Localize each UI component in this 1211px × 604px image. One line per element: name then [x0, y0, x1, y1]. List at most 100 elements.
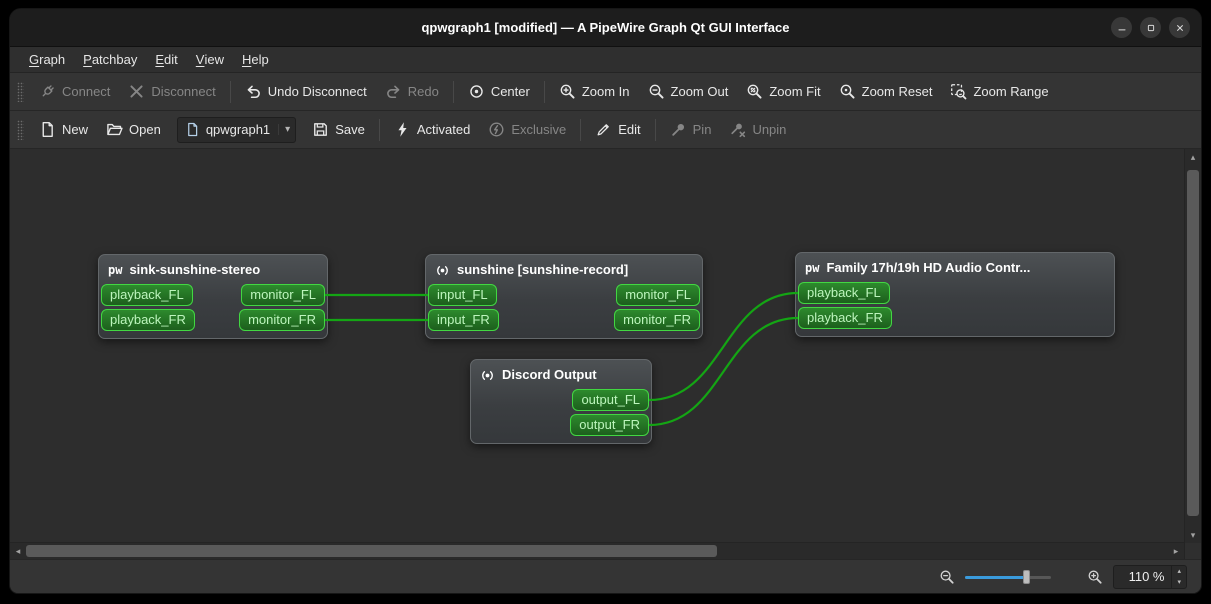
- zoom-spin-down[interactable]: ▾: [1172, 577, 1186, 588]
- toolbar-drag-handle[interactable]: [17, 119, 24, 140]
- zoom-spinbox[interactable]: 110 % ▴ ▾: [1113, 564, 1187, 589]
- vscroll-track[interactable]: [1185, 165, 1201, 527]
- toolbar-button-label: Pin: [692, 122, 712, 137]
- node-title: Family 17h/19h HD Audio Contr...: [826, 260, 1031, 275]
- toolbar-button-label: Zoom Reset: [861, 84, 933, 99]
- port-input_FL[interactable]: input_FL: [428, 284, 497, 306]
- menu-item-patchbay[interactable]: Patchbay: [74, 47, 146, 72]
- zoom-percent-value: 110 %: [1128, 569, 1165, 584]
- toolbar-button-edit[interactable]: Edit: [586, 116, 649, 143]
- port-monitor_FL[interactable]: monitor_FL: [241, 284, 325, 306]
- pipewire-icon: pw: [805, 261, 820, 275]
- toolbar-button-connect[interactable]: Connect: [30, 78, 119, 105]
- toolbar-button-undo-disconnect[interactable]: Undo Disconnect: [236, 78, 376, 105]
- horizontal-scrollbar[interactable]: ◂ ▸: [10, 542, 1184, 559]
- close-icon: [1174, 22, 1186, 34]
- close-button[interactable]: [1169, 17, 1190, 38]
- zoom-out-icon[interactable]: [939, 569, 955, 585]
- connect-icon: [39, 83, 56, 100]
- graph-node-sunshine[interactable]: sunshine [sunshine-record] input_FL input_…: [425, 254, 703, 339]
- toolbar-separator: [229, 80, 231, 103]
- zoom-out-icon: [648, 83, 665, 100]
- port-input_FR[interactable]: input_FR: [428, 309, 499, 331]
- toolbar-button-zoom-reset[interactable]: Zoom Reset: [830, 78, 942, 105]
- toolbar-drag-handle[interactable]: [17, 81, 24, 102]
- toolbar-button-label: Zoom Fit: [769, 84, 821, 99]
- toolbar-button-label: Undo Disconnect: [267, 84, 367, 99]
- record-icon: [480, 368, 495, 383]
- toolbar-button-zoom-in[interactable]: Zoom In: [550, 78, 639, 105]
- zoom-slider-thumb[interactable]: [1023, 569, 1031, 584]
- port-monitor_FL[interactable]: monitor_FL: [616, 284, 700, 306]
- toolbar-button-redo[interactable]: Redo: [376, 78, 448, 105]
- canvas-area: pw sink-sunshine-stereo playback_FL playbac…: [10, 149, 1201, 559]
- vertical-scrollbar[interactable]: ▴ ▾: [1185, 149, 1201, 543]
- graph-canvas[interactable]: pw sink-sunshine-stereo playback_FL playbac…: [10, 149, 1184, 542]
- toolbar-button-activated[interactable]: Activated: [385, 116, 479, 143]
- record-source-icon: [435, 263, 450, 278]
- toolbar-button-exclusive[interactable]: Exclusive: [479, 116, 575, 143]
- node-header: pw Family 17h/19h HD Audio Contr...: [796, 253, 1114, 280]
- wires-layer: [324, 291, 799, 427]
- port-playback_FR[interactable]: playback_FR: [798, 307, 892, 329]
- undo-icon: [245, 83, 262, 100]
- toolbar-button-zoom-out[interactable]: Zoom Out: [639, 78, 738, 105]
- toolbar-button-zoom-range[interactable]: Zoom Range: [941, 78, 1057, 105]
- window-controls: [1111, 9, 1190, 46]
- toolbar-button-label: Zoom Range: [973, 84, 1049, 99]
- toolbar-button-label: Disconnect: [151, 84, 216, 99]
- scroll-right-arrow[interactable]: ▸: [1168, 543, 1184, 559]
- toolbar-button-new[interactable]: New: [30, 116, 97, 143]
- pipewire-icon: pw: [108, 263, 123, 277]
- toolbar-button-label: Exclusive: [511, 122, 567, 137]
- port-output_FL[interactable]: output_FL: [572, 389, 649, 411]
- menu-bar: Graph Patchbay Edit View Help: [10, 47, 1201, 73]
- port-playback_FR[interactable]: playback_FR: [101, 309, 195, 331]
- graph-node-family[interactable]: pw Family 17h/19h HD Audio Contr... playba…: [795, 252, 1115, 337]
- toolbar-separator: [378, 118, 380, 141]
- scroll-left-arrow[interactable]: ◂: [10, 543, 26, 559]
- node-header: sunshine [sunshine-record]: [426, 255, 702, 282]
- port-output_FR[interactable]: output_FR: [570, 414, 649, 436]
- maximize-icon: [1145, 22, 1157, 34]
- open-icon: [106, 121, 123, 138]
- zoom-reset-icon: [839, 83, 856, 100]
- toolbar-button-save[interactable]: Save: [303, 116, 374, 143]
- zoom-in-icon[interactable]: [1087, 569, 1103, 585]
- toolbar-button-pin[interactable]: Pin: [661, 116, 721, 143]
- maximize-button[interactable]: [1140, 17, 1161, 38]
- exclusive-icon: [488, 121, 505, 138]
- node-header: pw sink-sunshine-stereo: [99, 255, 327, 282]
- patchbay-profile-combo[interactable]: qpwgraph1 ▾: [176, 116, 297, 143]
- toolbar-separator: [543, 80, 545, 103]
- graph-node-discord[interactable]: Discord Output output_FL output_FR: [470, 359, 652, 444]
- menu-item-graph[interactable]: Graph: [20, 47, 74, 72]
- title-bar[interactable]: qpwgraph1 [modified] — A PipeWire Graph …: [10, 9, 1201, 47]
- zoom-spin-up[interactable]: ▴: [1172, 566, 1186, 577]
- graph-node-sink[interactable]: pw sink-sunshine-stereo playback_FLplaybac…: [98, 254, 328, 339]
- zoom-slider[interactable]: [965, 568, 1052, 586]
- vscroll-thumb[interactable]: [1187, 170, 1199, 517]
- window-title: qpwgraph1 [modified] — A PipeWire Graph …: [421, 20, 790, 35]
- toolbar-button-disconnect[interactable]: Disconnect: [119, 78, 224, 105]
- scroll-down-arrow[interactable]: ▾: [1185, 527, 1201, 543]
- hscroll-thumb[interactable]: [26, 545, 717, 557]
- center-icon: [468, 83, 485, 100]
- toolbar-button-label: Connect: [62, 84, 111, 99]
- zoom-range-icon: [950, 83, 967, 100]
- minimize-button[interactable]: [1111, 17, 1132, 38]
- toolbar-button-unpin[interactable]: Unpin: [720, 116, 795, 143]
- port-monitor_FR[interactable]: monitor_FR: [614, 309, 700, 331]
- scroll-up-arrow[interactable]: ▴: [1185, 149, 1201, 165]
- menu-item-help[interactable]: Help: [233, 47, 278, 72]
- port-monitor_FR[interactable]: monitor_FR: [239, 309, 325, 331]
- hscroll-track[interactable]: [26, 543, 1168, 559]
- menu-item-edit[interactable]: Edit: [146, 47, 186, 72]
- toolbar-button-zoom-fit[interactable]: Zoom Fit: [737, 78, 829, 105]
- port-playback_FL[interactable]: playback_FL: [101, 284, 193, 306]
- menu-item-view[interactable]: View: [187, 47, 233, 72]
- toolbar-button-center[interactable]: Center: [459, 78, 539, 105]
- toolbar-button-open[interactable]: Open: [97, 116, 170, 143]
- scrollbar-corner: [1185, 543, 1201, 559]
- port-playback_FL[interactable]: playback_FL: [798, 282, 890, 304]
